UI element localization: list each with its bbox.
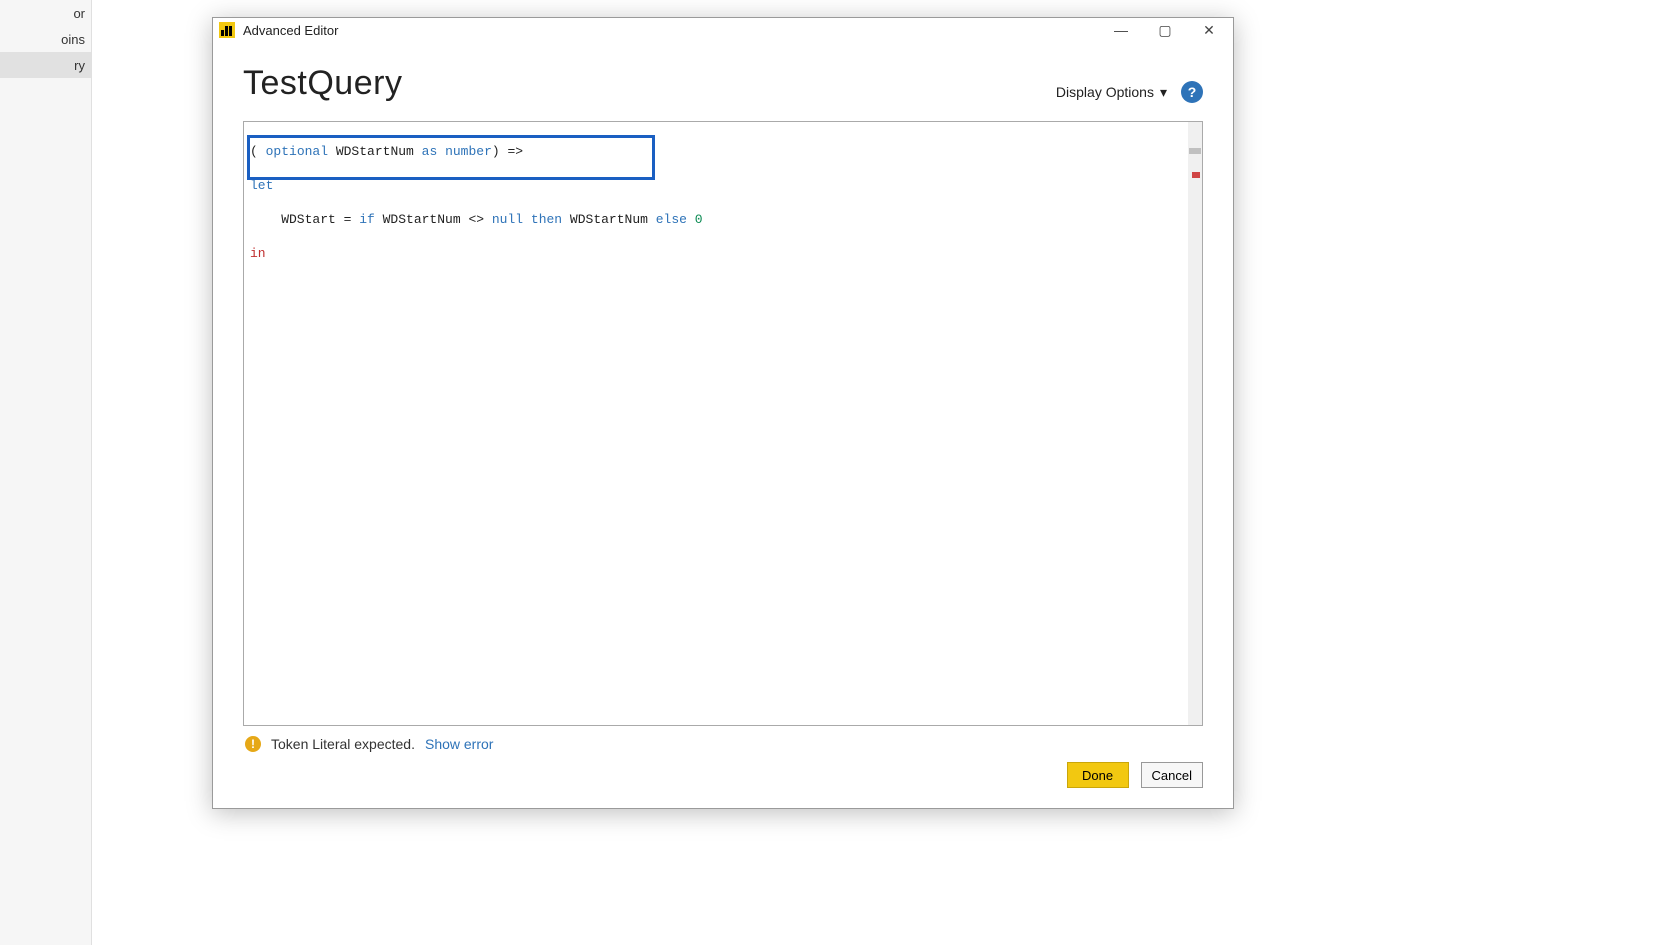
header-row: TestQuery Display Options ▾ ?: [243, 64, 1203, 103]
sidebar-item-label: or: [73, 6, 85, 21]
dialog-buttons: Done Cancel: [243, 762, 1203, 792]
status-message: Token Literal expected.: [271, 736, 415, 752]
advanced-editor-window: Advanced Editor — ▢ ✕ TestQuery Display …: [212, 17, 1234, 809]
powerbi-icon: [219, 22, 235, 38]
display-options-label: Display Options: [1056, 84, 1154, 100]
status-bar: ! Token Literal expected. Show error: [243, 726, 1203, 762]
display-options-dropdown[interactable]: Display Options ▾: [1056, 84, 1167, 101]
minimize-button[interactable]: —: [1099, 18, 1143, 42]
error-marker[interactable]: [1192, 172, 1200, 178]
help-icon[interactable]: ?: [1181, 81, 1203, 103]
query-name: TestQuery: [243, 64, 402, 103]
close-button[interactable]: ✕: [1187, 18, 1231, 42]
queries-sidebar: or oins ry: [0, 0, 92, 945]
content-area: TestQuery Display Options ▾ ? ( optional…: [213, 42, 1233, 808]
code-content[interactable]: ( optional WDStartNum as number) => let …: [244, 122, 1202, 300]
chevron-down-icon: ▾: [1160, 84, 1167, 101]
sidebar-item[interactable]: ry: [0, 52, 91, 78]
done-button[interactable]: Done: [1067, 762, 1129, 788]
window-title: Advanced Editor: [243, 23, 1099, 38]
scrollbar-track[interactable]: [1188, 122, 1202, 725]
sidebar-item[interactable]: or: [0, 0, 91, 26]
show-error-link[interactable]: Show error: [425, 736, 493, 752]
sidebar-item-label: ry: [74, 58, 85, 73]
cancel-button[interactable]: Cancel: [1141, 762, 1203, 788]
code-editor[interactable]: ( optional WDStartNum as number) => let …: [243, 121, 1203, 726]
scrollbar-thumb[interactable]: [1189, 148, 1201, 154]
titlebar: Advanced Editor — ▢ ✕: [213, 18, 1233, 42]
sidebar-item-label: oins: [61, 32, 85, 47]
maximize-button[interactable]: ▢: [1143, 18, 1187, 42]
warning-icon: !: [245, 736, 261, 752]
sidebar-item[interactable]: oins: [0, 26, 91, 52]
